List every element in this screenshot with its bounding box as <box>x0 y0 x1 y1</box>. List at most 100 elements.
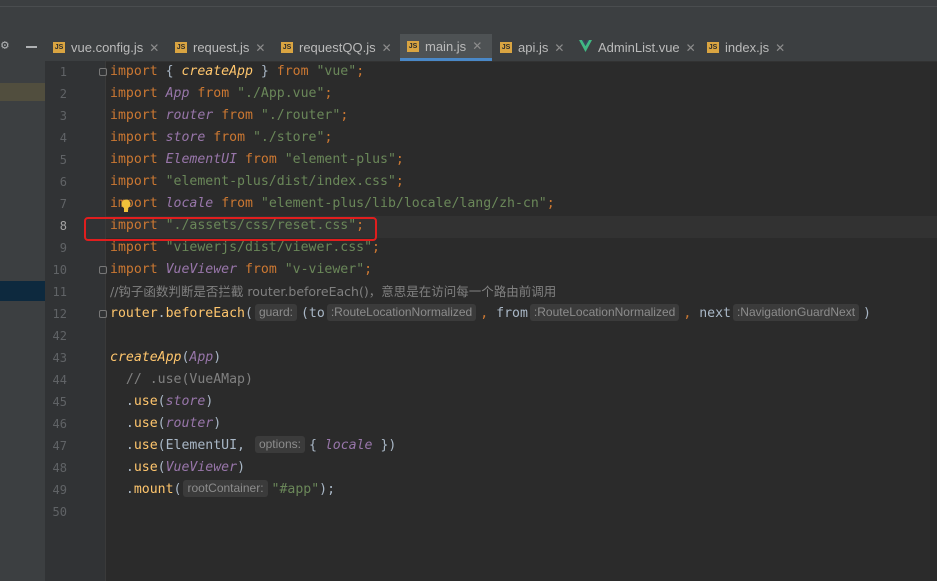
keyword: import <box>110 262 158 277</box>
punct: { <box>308 438 325 453</box>
type-hint: :NavigationGuardNext <box>732 304 860 321</box>
keyword: import <box>110 174 158 189</box>
keyword: from <box>245 152 277 167</box>
lightbulb-icon[interactable] <box>121 199 131 213</box>
code-line-12: router.beforeEach(guard: (to:RouteLocatio… <box>110 303 871 325</box>
parameter-hint: guard: <box>254 304 297 321</box>
close-icon[interactable]: ✕ <box>472 39 482 53</box>
keyword: from <box>245 262 277 277</box>
close-icon[interactable]: ✕ <box>382 41 392 55</box>
punct <box>158 130 166 145</box>
semicolon: ; <box>372 240 380 255</box>
tab-label: AdminList.vue <box>598 40 680 55</box>
identifier: locale <box>165 196 214 211</box>
line-number: 9 <box>59 241 67 255</box>
keyword: from <box>213 130 246 145</box>
punct <box>237 262 245 277</box>
function-call: use <box>133 394 158 409</box>
line-number: 7 <box>59 197 67 211</box>
identifier: store <box>165 130 206 145</box>
punct: . <box>110 460 134 475</box>
close-icon[interactable]: ✕ <box>255 41 265 55</box>
js-file-icon: JS <box>500 42 512 53</box>
semicolon: ; <box>340 108 349 123</box>
line-number: 46 <box>52 417 67 431</box>
line-number-current: 8 <box>59 219 67 233</box>
project-panel-toolbar: ⚙ <box>0 34 45 61</box>
keyword: import <box>110 108 158 123</box>
string: "element-plus" <box>284 152 396 167</box>
keyword: from <box>197 86 230 101</box>
semicolon: ; <box>395 152 404 167</box>
type-hint: :RouteLocationNormalized <box>529 304 680 321</box>
line-number: 6 <box>59 175 67 189</box>
parameter-hint: rootContainer: <box>183 480 268 497</box>
code-line-4: import store from "./store"; <box>110 127 332 149</box>
punct: (ElementUI, <box>157 438 253 453</box>
code-line-3: import router from "./router"; <box>110 105 348 127</box>
punct: . <box>110 394 134 409</box>
semicolon: ; <box>546 196 555 211</box>
punct: ( <box>157 394 166 409</box>
tab-request[interactable]: JS request.js ✕ <box>175 34 271 61</box>
close-icon[interactable]: ✕ <box>775 41 785 55</box>
type-hint: :RouteLocationNormalized <box>326 304 477 321</box>
parameter: from <box>496 306 528 321</box>
collapse-icon[interactable] <box>26 46 37 48</box>
line-number: 10 <box>52 263 67 277</box>
title-bar <box>0 0 937 35</box>
punct: { <box>157 64 182 79</box>
punct: , <box>480 306 497 321</box>
parameter: next <box>699 306 731 321</box>
tab-label: index.js <box>725 40 770 55</box>
project-tree-highlight[interactable] <box>0 83 45 101</box>
close-icon[interactable]: ✕ <box>554 41 564 55</box>
tab-adminlist[interactable]: AdminList.vue ✕ <box>579 34 699 61</box>
tab-main[interactable]: JS main.js ✕ <box>400 34 492 61</box>
string: "element-plus/dist/index.css" <box>165 174 396 189</box>
identifier: store <box>165 394 206 409</box>
code-line-47: .use(ElementUI, options:{ locale }) <box>110 435 396 457</box>
close-icon[interactable]: ✕ <box>149 41 159 55</box>
tab-vue-config[interactable]: JS vue.config.js ✕ <box>53 34 167 61</box>
keyword: from <box>221 196 253 211</box>
tab-requestqq[interactable]: JS requestQQ.js ✕ <box>281 34 393 61</box>
project-panel <box>0 61 45 581</box>
punct: . <box>110 482 134 497</box>
line-number: 44 <box>52 373 67 387</box>
keyword: import <box>110 86 158 101</box>
code-line-46: .use(router) <box>110 413 221 435</box>
code-editor[interactable]: import { createApp } from "vue"; import … <box>106 61 937 581</box>
js-file-icon: JS <box>407 40 419 52</box>
string: "#app" <box>271 482 320 497</box>
gear-icon[interactable]: ⚙ <box>1 39 9 53</box>
tab-label: api.js <box>518 40 549 55</box>
editor-tab-bar: JS vue.config.js ✕ JS request.js ✕ JS re… <box>45 34 937 62</box>
line-number: 3 <box>59 109 67 123</box>
string: "v-viewer" <box>284 262 365 277</box>
punct: } <box>252 64 277 79</box>
punct: ( <box>157 416 166 431</box>
punct: . <box>110 438 134 453</box>
function-call: use <box>133 460 158 475</box>
punct: ) <box>237 460 246 475</box>
line-number: 11 <box>52 285 67 299</box>
semicolon: ; <box>395 174 404 189</box>
tab-api[interactable]: JS api.js ✕ <box>500 34 575 61</box>
line-number: 47 <box>52 439 67 453</box>
project-tree-selection[interactable] <box>0 281 45 301</box>
close-icon[interactable]: ✕ <box>686 41 696 55</box>
keyword: from <box>221 108 253 123</box>
punct: ) <box>205 394 214 409</box>
punct <box>158 86 166 101</box>
tab-index[interactable]: JS index.js ✕ <box>707 34 797 61</box>
string: "viewerjs/dist/viewer.css" <box>165 240 373 255</box>
identifier: VueViewer <box>165 460 238 475</box>
punct <box>158 262 166 277</box>
string: "./App.vue" <box>237 86 325 101</box>
title-bar-divider <box>0 6 937 7</box>
tab-label: vue.config.js <box>71 40 144 55</box>
